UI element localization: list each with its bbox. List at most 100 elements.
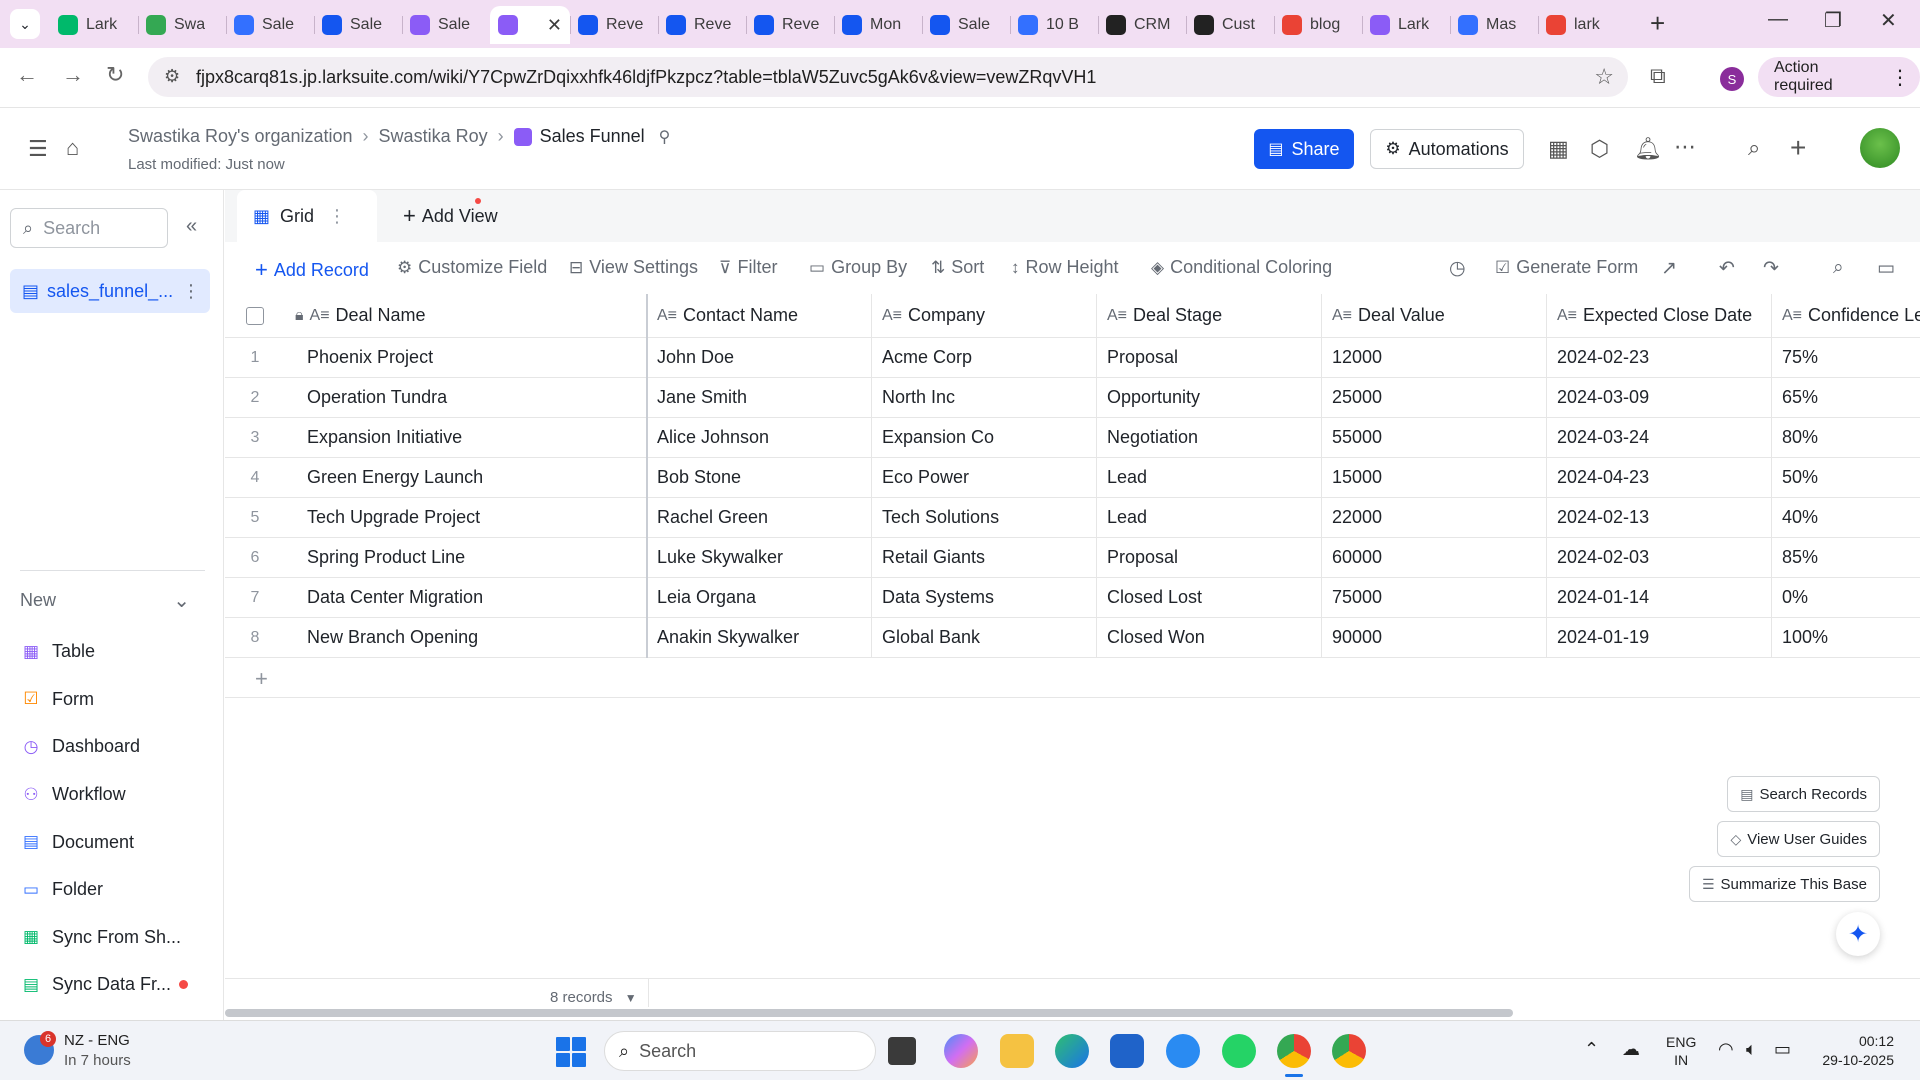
sidebar-new-item[interactable]: ▦ Table (22, 628, 188, 676)
summarize-base-button[interactable]: ☰ Summarize This Base (1688, 866, 1880, 902)
cell-deal-stage[interactable]: Proposal (1097, 338, 1321, 377)
cell-company[interactable]: Global Bank (872, 618, 1096, 657)
row-height-button[interactable]: ↕ Row Height (1011, 257, 1119, 278)
browser-tab[interactable]: CRM (1098, 6, 1186, 44)
customize-field-button[interactable]: ⚙ Customize Field (397, 257, 547, 278)
cell-company[interactable]: Data Systems (872, 578, 1096, 617)
chevron-down-icon[interactable]: ⌄ (173, 588, 190, 613)
cell-contact-name[interactable]: Bob Stone (647, 458, 871, 497)
column-header-deal-value[interactable]: A≡ Deal Value (1322, 294, 1546, 337)
cell-confidence-level[interactable]: 50% (1772, 458, 1920, 497)
table-row[interactable]: 1 Phoenix Project John Doe Acme Corp Proposa… (225, 338, 1920, 378)
windows-start-icon[interactable] (556, 1037, 586, 1067)
sidebar-item-sales-funnel[interactable]: ▤ sales_funnel_... ⋮ (10, 269, 210, 313)
cell-contact-name[interactable]: Anakin Skywalker (647, 618, 871, 657)
volume-icon[interactable]: 🔈︎ (1746, 1039, 1757, 1060)
cell-deal-stage[interactable]: Lead (1097, 458, 1321, 497)
column-header-expected-close-date[interactable]: A≡ Expected Close Date (1547, 294, 1771, 337)
frozen-column-divider[interactable] (646, 294, 648, 658)
cell-deal-name[interactable]: Data Center Migration (285, 578, 645, 617)
cell-deal-stage[interactable]: Negotiation (1097, 418, 1321, 457)
store-icon[interactable] (1110, 1034, 1144, 1068)
sidebar-search-input[interactable]: ⌕ Search (10, 208, 168, 248)
sidebar-toggle-icon[interactable]: ☰ (28, 136, 48, 162)
browser-tab[interactable]: Reve (658, 6, 746, 44)
cell-contact-name[interactable]: Leia Organa (647, 578, 871, 617)
column-header-deal-name[interactable]: 🔒︎ A≡ Deal Name (285, 294, 645, 337)
extensions-icon[interactable]: ⧉ (1650, 63, 1666, 89)
battery-icon[interactable]: ▭ (1774, 1039, 1791, 1060)
ai-assistant-icon[interactable]: ✦ (1836, 912, 1880, 956)
add-record-button[interactable]: + Add Record (255, 257, 369, 283)
horizontal-scrollbar[interactable] (225, 1009, 1513, 1017)
comments-icon[interactable]: ▭ (1877, 257, 1895, 280)
cell-confidence-level[interactable]: 75% (1772, 338, 1920, 377)
cell-company[interactable]: Eco Power (872, 458, 1096, 497)
row-number-cell[interactable]: 3 (225, 418, 285, 457)
taskbar-search[interactable]: ⌕ Search (604, 1031, 876, 1071)
clock[interactable]: 00:12 29-10-2025 (1814, 1032, 1894, 1070)
breadcrumb-org[interactable]: Swastika Roy's organization (128, 126, 353, 147)
weather-widget[interactable]: 6 NZ - ENG In 7 hours (24, 1031, 184, 1071)
cell-company[interactable]: Tech Solutions (872, 498, 1096, 537)
row-number-cell[interactable]: 8 (225, 618, 285, 657)
cell-expected-close-date[interactable]: 2024-02-03 (1547, 538, 1771, 577)
breadcrumb-user[interactable]: Swastika Roy (379, 126, 488, 147)
home-icon[interactable]: ⌂ (66, 135, 79, 161)
cell-company[interactable]: Expansion Co (872, 418, 1096, 457)
column-header-contact-name[interactable]: A≡ Contact Name (647, 294, 871, 337)
new-tab-button[interactable]: + (1650, 8, 1665, 39)
sidebar-new-item[interactable]: ▭ Folder (22, 866, 188, 914)
browser-tab[interactable]: Mas (1450, 6, 1538, 44)
group-by-button[interactable]: ▭ Group By (809, 257, 907, 278)
view-options-icon[interactable]: ⋮ (328, 206, 346, 227)
browser-tab[interactable]: Cust (1186, 6, 1274, 44)
cell-deal-value[interactable]: 22000 (1322, 498, 1546, 537)
cell-deal-stage[interactable]: Proposal (1097, 538, 1321, 577)
chrome-profile-icon[interactable] (1332, 1034, 1366, 1068)
automations-button[interactable]: ⚙ Automations (1370, 129, 1524, 169)
address-bar[interactable]: ⚙ fjpx8carq81s.jp.larksuite.com/wiki/Y7C… (148, 57, 1628, 97)
search-icon[interactable]: ⌕ (1748, 135, 1760, 161)
site-info-icon[interactable]: ⚙ (164, 66, 180, 87)
user-avatar[interactable] (1860, 128, 1900, 168)
sidebar-new-item[interactable]: ▦ Sync From Sh... (22, 914, 188, 962)
table-row[interactable]: 5 Tech Upgrade Project Rachel Green Tech So… (225, 498, 1920, 538)
more-icon[interactable]: ⋯ (1674, 134, 1696, 160)
view-user-guides-button[interactable]: ◇ View User Guides (1717, 821, 1880, 857)
cell-deal-name[interactable]: Green Energy Launch (285, 458, 645, 497)
cell-expected-close-date[interactable]: 2024-01-19 (1547, 618, 1771, 657)
whatsapp-icon[interactable] (1222, 1034, 1256, 1068)
sidebar-new-item[interactable]: ▤ Sync Data Fr... (22, 961, 189, 1009)
browser-tab[interactable]: Mon (834, 6, 922, 44)
view-settings-button[interactable]: ⊟ View Settings (569, 257, 698, 278)
generate-form-button[interactable]: ☑ Generate Form (1495, 257, 1638, 278)
browser-tab[interactable]: Swa (138, 6, 226, 44)
show-hidden-icons-icon[interactable]: ⌃ (1584, 1039, 1599, 1060)
new-section-header[interactable]: New ⌄ (20, 588, 190, 613)
restore-icon[interactable]: ❐ (1824, 8, 1842, 33)
forward-icon[interactable]: → (62, 62, 84, 88)
collapse-sidebar-icon[interactable]: « (186, 215, 197, 238)
browser-tab[interactable]: blog (1274, 6, 1362, 44)
taskview-icon[interactable] (888, 1037, 916, 1065)
cell-confidence-level[interactable]: 80% (1772, 418, 1920, 457)
cell-expected-close-date[interactable]: 2024-01-14 (1547, 578, 1771, 617)
close-tab-icon[interactable]: ✕ (547, 15, 562, 36)
url-text[interactable]: fjpx8carq81s.jp.larksuite.com/wiki/Y7Cpw… (196, 67, 1096, 88)
onedrive-icon[interactable]: ☁ (1622, 1039, 1640, 1060)
sidebar-new-item[interactable]: ◷ Dashboard (22, 723, 188, 771)
add-icon[interactable]: + (1790, 132, 1806, 164)
cell-confidence-level[interactable]: 40% (1772, 498, 1920, 537)
sort-button[interactable]: ⇅ Sort (931, 257, 984, 278)
wifi-icon[interactable]: ◠ (1718, 1039, 1734, 1060)
cell-deal-value[interactable]: 15000 (1322, 458, 1546, 497)
history-icon[interactable]: ◷ (1449, 257, 1466, 280)
bookmark-star-icon[interactable]: ☆ (1594, 64, 1614, 90)
reload-icon[interactable]: ↻ (106, 62, 124, 88)
edge-icon[interactable] (1055, 1034, 1089, 1068)
cell-deal-stage[interactable]: Opportunity (1097, 378, 1321, 417)
browser-menu-icon[interactable]: ⋮ (1890, 65, 1910, 90)
row-number-cell[interactable]: 1 (225, 338, 285, 377)
cell-company[interactable]: Acme Corp (872, 338, 1096, 377)
